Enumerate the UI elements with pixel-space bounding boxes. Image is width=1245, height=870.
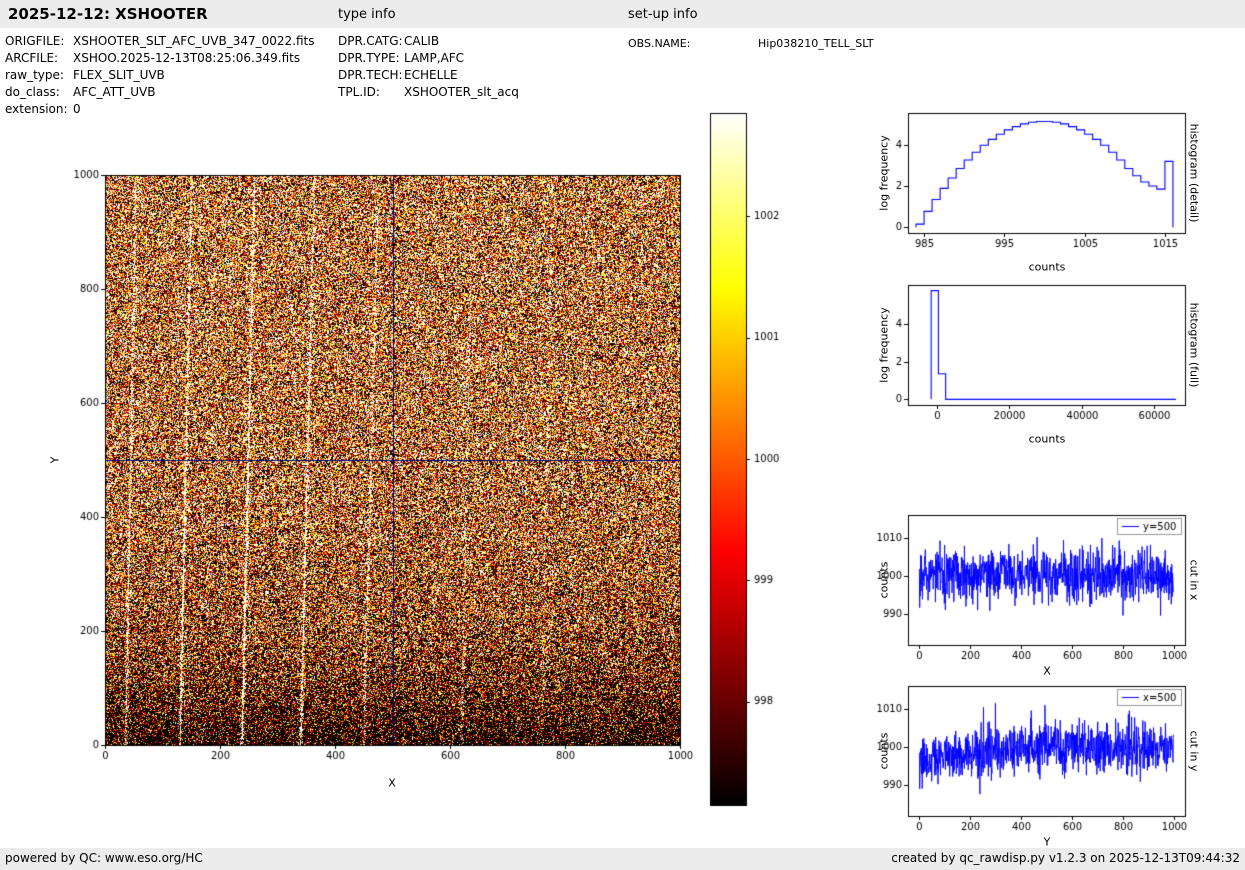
setup-info-column: OBS.NAME:Hip038210_TELL_SLT [628, 37, 874, 54]
meta-row-rawtype: raw_type:FLEX_SLIT_UVB [5, 68, 314, 85]
meta-value: XSHOO.2025-12-13T08:25:06.349.fits [73, 51, 300, 65]
hist-detail-x-axis-label: counts [1029, 261, 1066, 274]
meta-row-doclass: do_class:AFC_ATT_UVB [5, 85, 314, 102]
type-info-heading: type info [338, 7, 396, 22]
meta-value: Hip038210_TELL_SLT [758, 37, 874, 50]
histogram-full-plot [850, 272, 1215, 427]
page-title: 2025-12-12: XSHOOTER [8, 5, 208, 23]
cut-y-y-axis-label: counts [878, 733, 891, 770]
cut-x-y-axis-label: counts [878, 562, 891, 599]
meta-value: XSHOOTER_SLT_AFC_UVB_347_0022.fits [73, 34, 314, 48]
main-x-axis-label: X [388, 777, 396, 790]
cut-in-x-plot [850, 502, 1215, 667]
hist-full-y-axis-label: log frequency [878, 307, 891, 382]
footer-created-by: created by qc_rawdisp.py v1.2.3 on 2025-… [891, 851, 1240, 865]
cut-in-y-plot [850, 673, 1215, 838]
meta-row-arcfile: ARCFILE:XSHOO.2025-12-13T08:25:06.349.fi… [5, 51, 314, 68]
meta-row-origfile: ORIGFILE:XSHOOTER_SLT_AFC_UVB_347_0022.f… [5, 34, 314, 51]
meta-row-dprcatg: DPR.CATG:CALIB [338, 34, 519, 51]
hist-detail-y-axis-label: log frequency [878, 135, 891, 210]
meta-value: XSHOOTER_slt_acq [404, 85, 519, 99]
meta-row-dprtech: DPR.TECH:ECHELLE [338, 68, 519, 85]
meta-label: ARCFILE: [5, 51, 73, 65]
footer-powered-by: powered by QC: www.eso.org/HC [5, 851, 203, 865]
cut-y-right-label: cut in y [1188, 731, 1201, 772]
meta-row-tplid: TPL.ID:XSHOOTER_slt_acq [338, 85, 519, 102]
meta-label: OBS.NAME: [628, 37, 758, 50]
meta-label: raw_type: [5, 68, 73, 82]
meta-value: LAMP,AFC [404, 51, 464, 65]
raw-frame-plot [60, 160, 700, 810]
meta-label: TPL.ID: [338, 85, 404, 99]
cut-y-x-axis-label: Y [1044, 836, 1051, 849]
meta-row-extension: extension:0 [5, 102, 314, 119]
type-info-column: DPR.CATG:CALIB DPR.TYPE:LAMP,AFC DPR.TEC… [338, 34, 519, 102]
meta-label: do_class: [5, 85, 73, 99]
setup-info-heading: set-up info [628, 7, 698, 22]
hist-detail-right-label: histogram (detail) [1188, 124, 1201, 223]
meta-value: AFC_ATT_UVB [73, 85, 155, 99]
meta-value: 0 [73, 102, 81, 116]
hist-full-right-label: histogram (full) [1188, 303, 1201, 388]
meta-label: DPR.TECH: [338, 68, 404, 82]
meta-label: ORIGFILE: [5, 34, 73, 48]
meta-label: DPR.CATG: [338, 34, 404, 48]
meta-value: CALIB [404, 34, 439, 48]
hist-full-x-axis-label: counts [1029, 433, 1066, 446]
meta-label: DPR.TYPE: [338, 51, 404, 65]
footer-bar: powered by QC: www.eso.org/HC created by… [0, 848, 1245, 870]
header-bar: 2025-12-12: XSHOOTER type info set-up in… [0, 0, 1245, 28]
colorbar [708, 110, 794, 816]
histogram-detail-plot [850, 100, 1215, 255]
cut-x-right-label: cut in x [1188, 560, 1201, 601]
meta-row-obsname: OBS.NAME:Hip038210_TELL_SLT [628, 37, 874, 54]
meta-value: FLEX_SLIT_UVB [73, 68, 165, 82]
cut-x-x-axis-label: X [1043, 665, 1051, 678]
meta-value: ECHELLE [404, 68, 458, 82]
meta-row-dprtype: DPR.TYPE:LAMP,AFC [338, 51, 519, 68]
file-metadata-column: ORIGFILE:XSHOOTER_SLT_AFC_UVB_347_0022.f… [5, 34, 314, 119]
main-y-axis-label: Y [49, 457, 62, 464]
meta-label: extension: [5, 102, 73, 116]
